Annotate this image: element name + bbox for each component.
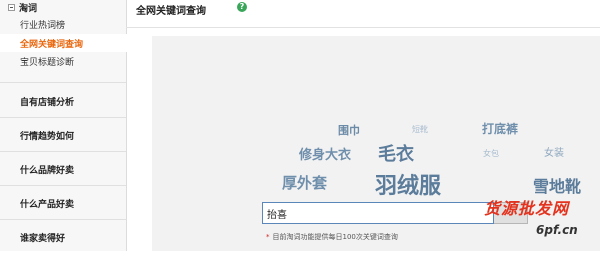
sidebar-item-industry-hot-words[interactable]: 行业热词榜 xyxy=(0,15,126,33)
site-watermark: 货源批发网 6pf.cn xyxy=(482,193,600,251)
watermark-title: 货源批发网 xyxy=(484,199,570,218)
collapse-minus-icon[interactable] xyxy=(8,3,15,11)
keyword-tag[interactable]: 羽绒服 xyxy=(375,168,441,200)
sidebar-item-keyword-query[interactable]: 全网关键词查询 xyxy=(0,34,127,52)
sidebar-group-label: 淘词 xyxy=(19,3,38,14)
usage-note-text: 目前淘词功能提供每日100次关键词查询 xyxy=(272,233,398,241)
required-star: * xyxy=(266,233,270,241)
sidebar-item-top-sellers[interactable]: 谁家卖得好 xyxy=(0,220,126,254)
title-divider xyxy=(126,27,600,28)
sidebar-group-taoci[interactable]: 淘词 xyxy=(0,0,126,14)
keyword-tag[interactable]: 打底裤 xyxy=(482,120,518,137)
sidebar-item-own-shop-analysis[interactable]: 自有店铺分析 xyxy=(0,84,126,118)
keyword-tag[interactable]: 毛衣 xyxy=(378,140,414,166)
sidebar: 淘词 行业热词榜 全网关键词查询 宝贝标题诊断 自有店铺分析 行情趋势如何 什么… xyxy=(0,0,127,251)
keyword-tag[interactable]: 厚外套 xyxy=(282,172,327,193)
sidebar-item-market-trend[interactable]: 行情趋势如何 xyxy=(0,118,126,152)
keyword-tag[interactable]: 短靴 xyxy=(412,124,428,135)
sidebar-item-title-diagnosis[interactable]: 宝贝标题诊断 xyxy=(0,52,126,70)
sidebar-item-product-sales[interactable]: 什么产品好卖 xyxy=(0,186,126,220)
keyword-tag[interactable]: 女装 xyxy=(544,144,564,159)
sidebar-item-brand-sales[interactable]: 什么品牌好卖 xyxy=(0,152,126,186)
usage-note: * 目前淘词功能提供每日100次关键词查询 xyxy=(266,232,398,242)
page-title: 全网关键词查询 xyxy=(136,6,206,17)
keyword-tag[interactable]: 修身大衣 xyxy=(299,144,351,163)
keyword-tag[interactable]: 女包 xyxy=(483,148,499,159)
keyword-tag[interactable]: 围巾 xyxy=(338,122,360,138)
keyword-search-input[interactable] xyxy=(262,202,494,224)
sidebar-divider xyxy=(0,82,126,83)
watermark-url: 6pf.cn xyxy=(536,223,578,237)
question-circle-icon[interactable]: ? xyxy=(237,2,247,12)
